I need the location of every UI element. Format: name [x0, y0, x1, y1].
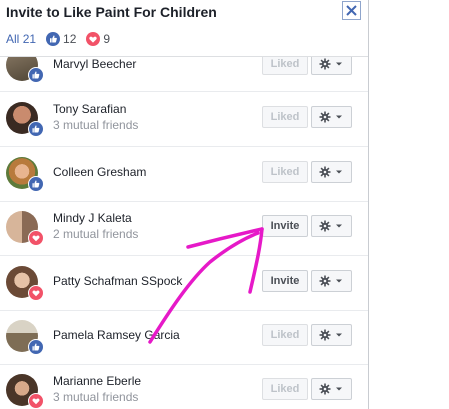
like-count: 12	[63, 32, 77, 46]
reaction-tabs: All 21 12 9	[6, 31, 110, 47]
person-name[interactable]: Colleen Gresham	[53, 165, 146, 179]
like-badge-icon	[28, 67, 44, 83]
like-badge-icon	[28, 339, 44, 355]
gear-icon	[319, 383, 342, 395]
like-badge-icon	[28, 176, 44, 192]
dialog-title: Invite to Like Paint For Children	[6, 4, 217, 20]
close-button[interactable]	[342, 1, 361, 20]
close-icon	[346, 5, 357, 16]
list-item: Marianne Eberle 3 mutual friends Liked	[0, 364, 368, 409]
like-icon	[46, 32, 61, 46]
gear-icon	[319, 329, 342, 341]
gear-icon	[319, 220, 342, 232]
love-icon	[86, 32, 101, 46]
settings-dropdown-button[interactable]	[311, 324, 352, 346]
liked-button: Liked	[262, 378, 308, 400]
person-name[interactable]: Pamela Ramsey Garcia	[53, 328, 180, 342]
liked-button: Liked	[262, 106, 308, 128]
chevron-down-icon	[335, 387, 342, 391]
mutual-friends: 2 mutual friends	[53, 227, 139, 241]
love-badge-icon	[28, 393, 44, 409]
person-name[interactable]: Marianne Eberle	[53, 374, 141, 388]
list-item: Patty Schafman SSpock Invite	[0, 256, 368, 311]
love-badge-icon	[28, 285, 44, 301]
tab-like[interactable]: 12	[46, 32, 76, 46]
invite-button[interactable]: Invite	[262, 215, 308, 237]
settings-dropdown-button[interactable]	[311, 161, 352, 183]
liked-button: Liked	[262, 57, 308, 75]
list-item: Mindy J Kaleta 2 mutual friends Invite	[0, 201, 368, 256]
list-item: Tony Sarafian 3 mutual friends Liked	[0, 92, 368, 147]
people-list: Marvyl Beecher Liked Tony Sarafian 3 mut…	[0, 57, 368, 409]
gear-icon	[319, 58, 342, 70]
gear-icon	[319, 166, 342, 178]
gear-icon	[319, 275, 342, 287]
tab-love[interactable]: 9	[86, 32, 110, 46]
gear-icon	[319, 111, 342, 123]
mutual-friends: 3 mutual friends	[53, 118, 139, 132]
chevron-down-icon	[335, 62, 342, 66]
invite-button[interactable]: Invite	[262, 270, 308, 292]
chevron-down-icon	[335, 333, 342, 337]
love-count: 9	[103, 32, 111, 46]
chevron-down-icon	[335, 170, 342, 174]
list-item: Colleen Gresham Liked	[0, 147, 368, 202]
settings-dropdown-button[interactable]	[311, 106, 352, 128]
list-item: Pamela Ramsey Garcia Liked	[0, 310, 368, 365]
chevron-down-icon	[335, 279, 342, 283]
love-badge-icon	[28, 230, 44, 246]
list-item: Marvyl Beecher Liked	[0, 57, 368, 92]
liked-button: Liked	[262, 161, 308, 183]
tab-all-count: 21	[22, 32, 37, 46]
liked-button: Liked	[262, 324, 308, 346]
person-name[interactable]: Mindy J Kaleta	[53, 211, 132, 225]
invite-dialog: Invite to Like Paint For Children All 21…	[0, 0, 369, 409]
chevron-down-icon	[335, 224, 342, 228]
dialog-right-border	[368, 0, 369, 409]
settings-dropdown-button[interactable]	[311, 215, 352, 237]
mutual-friends: 3 mutual friends	[53, 390, 139, 404]
settings-dropdown-button[interactable]	[311, 57, 352, 75]
tab-all-label: All	[6, 32, 20, 46]
tab-all[interactable]: All 21	[6, 32, 36, 46]
settings-dropdown-button[interactable]	[311, 270, 352, 292]
chevron-down-icon	[335, 115, 342, 119]
like-badge-icon	[28, 121, 44, 137]
person-name[interactable]: Tony Sarafian	[53, 102, 126, 116]
person-name[interactable]: Marvyl Beecher	[53, 57, 136, 71]
settings-dropdown-button[interactable]	[311, 378, 352, 400]
person-name[interactable]: Patty Schafman SSpock	[53, 274, 182, 288]
